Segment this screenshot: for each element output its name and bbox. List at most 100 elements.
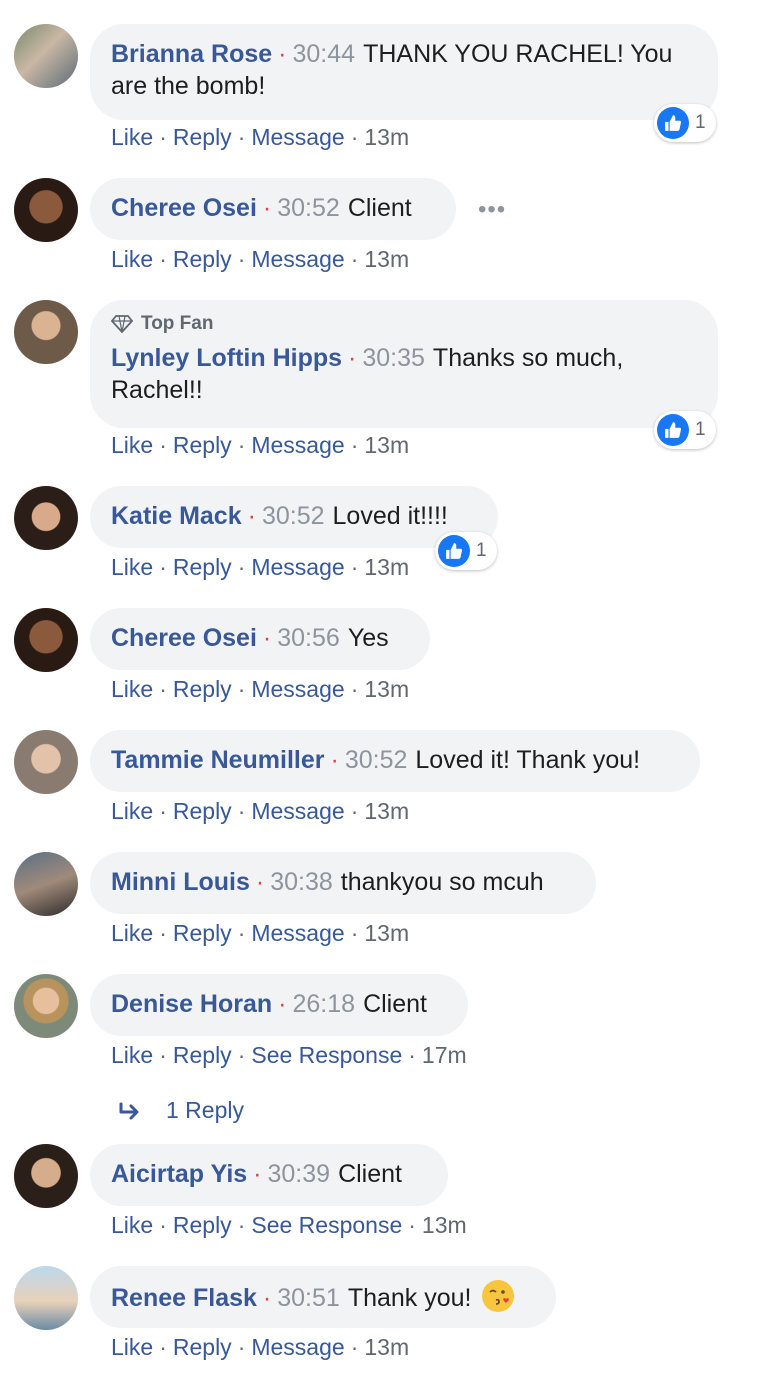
reply-arrow-icon bbox=[119, 1102, 139, 1119]
like-link[interactable]: Like bbox=[111, 246, 153, 272]
like-link[interactable]: Like bbox=[111, 124, 153, 150]
comment-author[interactable]: Minni Louis bbox=[111, 868, 250, 896]
like-link[interactable]: Like bbox=[111, 1212, 153, 1238]
comment-timestamp[interactable]: 30:39 bbox=[268, 1160, 331, 1188]
like-link[interactable]: Like bbox=[111, 920, 153, 946]
message-link[interactable]: Message bbox=[251, 246, 344, 272]
comment-author[interactable]: Lynley Loftin Hipps bbox=[111, 344, 342, 372]
comment-author[interactable]: Cheree Osei bbox=[111, 624, 257, 652]
reply-link[interactable]: Reply bbox=[173, 124, 232, 150]
comment-actions: Like · Reply · Message · 13m bbox=[111, 124, 410, 150]
see-response-link[interactable]: See Response bbox=[251, 1042, 402, 1068]
comment-actions: Like · Reply · Message · 13m bbox=[111, 920, 410, 946]
comment-bubble: Cheree Osei · 30:56 Yes bbox=[90, 608, 430, 670]
like-link[interactable]: Like bbox=[111, 1042, 153, 1068]
comment-text: thankyou so mcuh bbox=[340, 868, 544, 896]
comment-timestamp[interactable]: 30:44 bbox=[293, 40, 356, 68]
comment-bubble: Renee Flask · 30:51 Thank you! bbox=[90, 1266, 556, 1328]
comment-bubble: Katie Mack · 30:52 Loved it!!!! bbox=[90, 486, 498, 548]
message-link[interactable]: Message bbox=[251, 1334, 344, 1360]
reply-link[interactable]: Reply bbox=[173, 1212, 232, 1238]
comment-author[interactable]: Denise Horan bbox=[111, 990, 272, 1018]
comment-bubble: Brianna Rose · 30:44 THANK YOU RACHEL! You … bbox=[90, 24, 718, 120]
comment-age: 13m bbox=[364, 1334, 410, 1360]
comment-bubble: Aicirtap Yis · 30:39 Client bbox=[90, 1144, 448, 1206]
comment-timestamp[interactable]: 30:51 bbox=[277, 1284, 340, 1312]
comment-timestamp[interactable]: 30:52 bbox=[345, 746, 408, 774]
reply-link[interactable]: Reply bbox=[173, 1334, 232, 1360]
comment-bubble: Cheree Osei · 30:52 Client bbox=[90, 178, 456, 240]
avatar[interactable] bbox=[14, 486, 78, 550]
comment-author[interactable]: Aicirtap Yis bbox=[111, 1160, 247, 1188]
message-link[interactable]: Message bbox=[251, 432, 344, 458]
comment-author[interactable]: Renee Flask bbox=[111, 1284, 257, 1312]
reply-link[interactable]: Reply bbox=[173, 432, 232, 458]
reaction-badge[interactable]: 1 bbox=[435, 532, 497, 570]
avatar[interactable] bbox=[14, 24, 78, 88]
comment-text: Thank you! bbox=[347, 1284, 472, 1312]
message-link[interactable]: Message bbox=[251, 920, 344, 946]
reply-link[interactable]: Reply bbox=[173, 798, 232, 824]
avatar[interactable] bbox=[14, 1266, 78, 1330]
reply-link[interactable]: Reply bbox=[173, 920, 232, 946]
comment-timestamp[interactable]: 30:52 bbox=[262, 502, 325, 530]
like-link[interactable]: Like bbox=[111, 1334, 153, 1360]
message-link[interactable]: Message bbox=[251, 124, 344, 150]
see-response-link[interactable]: See Response bbox=[251, 1212, 402, 1238]
comment-actions: Like · Reply · Message · 13m bbox=[111, 432, 410, 458]
comment-age: 13m bbox=[364, 676, 410, 702]
avatar[interactable] bbox=[14, 730, 78, 794]
avatar[interactable] bbox=[14, 852, 78, 916]
top-fan-badge: Top Fan bbox=[111, 312, 697, 336]
comment-author[interactable]: Tammie Neumiller bbox=[111, 746, 325, 774]
avatar[interactable] bbox=[14, 1144, 78, 1208]
reply-link[interactable]: Reply bbox=[173, 676, 232, 702]
comment-actions: Like · Reply · Message · 13m bbox=[111, 676, 410, 702]
reply-link[interactable]: Reply bbox=[173, 246, 232, 272]
like-link[interactable]: Like bbox=[111, 554, 153, 580]
avatar[interactable] bbox=[14, 178, 78, 242]
comment-author[interactable]: Katie Mack bbox=[111, 502, 242, 530]
comment-text: Loved it!!!! bbox=[332, 502, 448, 530]
comment-actions: Like · Reply · See Response · 17m bbox=[111, 1042, 467, 1068]
comment-timestamp[interactable]: 26:18 bbox=[293, 990, 356, 1018]
like-link[interactable]: Like bbox=[111, 432, 153, 458]
comment-timestamp[interactable]: 30:56 bbox=[277, 624, 340, 652]
comment-author[interactable]: Brianna Rose bbox=[111, 40, 272, 68]
diamond-icon bbox=[111, 315, 133, 333]
comment-text: Loved it! Thank you! bbox=[415, 746, 641, 774]
comment-timestamp[interactable]: 30:35 bbox=[362, 344, 425, 372]
reply-link[interactable]: Reply bbox=[173, 1042, 232, 1068]
like-link[interactable]: Like bbox=[111, 798, 153, 824]
kissing-face-emoji bbox=[482, 1280, 515, 1312]
message-link[interactable]: Message bbox=[251, 798, 344, 824]
replies-count[interactable]: 1 Reply bbox=[166, 1097, 244, 1124]
comment-bubble: Tammie Neumiller · 30:52 Loved it! Thank yo… bbox=[90, 730, 700, 792]
view-replies-link[interactable]: 1 Reply bbox=[118, 1097, 244, 1124]
more-options-icon[interactable]: ••• bbox=[478, 196, 506, 224]
comment-text: Client bbox=[338, 1160, 402, 1188]
comment-timestamp[interactable]: 30:38 bbox=[270, 868, 333, 896]
like-link[interactable]: Like bbox=[111, 676, 153, 702]
comment-age: 13m bbox=[364, 798, 410, 824]
comment-actions: Like · Reply · Message · 13m bbox=[111, 246, 410, 272]
comment-text: Yes bbox=[347, 624, 389, 652]
comment-author[interactable]: Cheree Osei bbox=[111, 194, 257, 222]
comment-actions: Like · Reply · Message · 13m bbox=[111, 798, 410, 824]
like-thumb-icon bbox=[657, 414, 689, 446]
avatar[interactable] bbox=[14, 608, 78, 672]
message-link[interactable]: Message bbox=[251, 554, 344, 580]
comment-bubble: Top Fan Lynley Loftin Hipps · 30:35 Thanks … bbox=[90, 300, 718, 428]
reaction-count: 1 bbox=[695, 112, 706, 133]
avatar[interactable] bbox=[14, 974, 78, 1038]
comment-timestamp[interactable]: 30:52 bbox=[277, 194, 340, 222]
message-link[interactable]: Message bbox=[251, 676, 344, 702]
reaction-badge[interactable]: 1 bbox=[654, 411, 716, 449]
reply-link[interactable]: Reply bbox=[173, 554, 232, 580]
reaction-badge[interactable]: 1 bbox=[654, 104, 716, 142]
comment-age: 13m bbox=[364, 920, 410, 946]
comment-age: 13m bbox=[364, 432, 410, 458]
comment-bubble: Denise Horan · 26:18 Client bbox=[90, 974, 468, 1036]
comment-bubble: Minni Louis · 30:38 thankyou so mcuh bbox=[90, 852, 596, 914]
avatar[interactable] bbox=[14, 300, 78, 364]
